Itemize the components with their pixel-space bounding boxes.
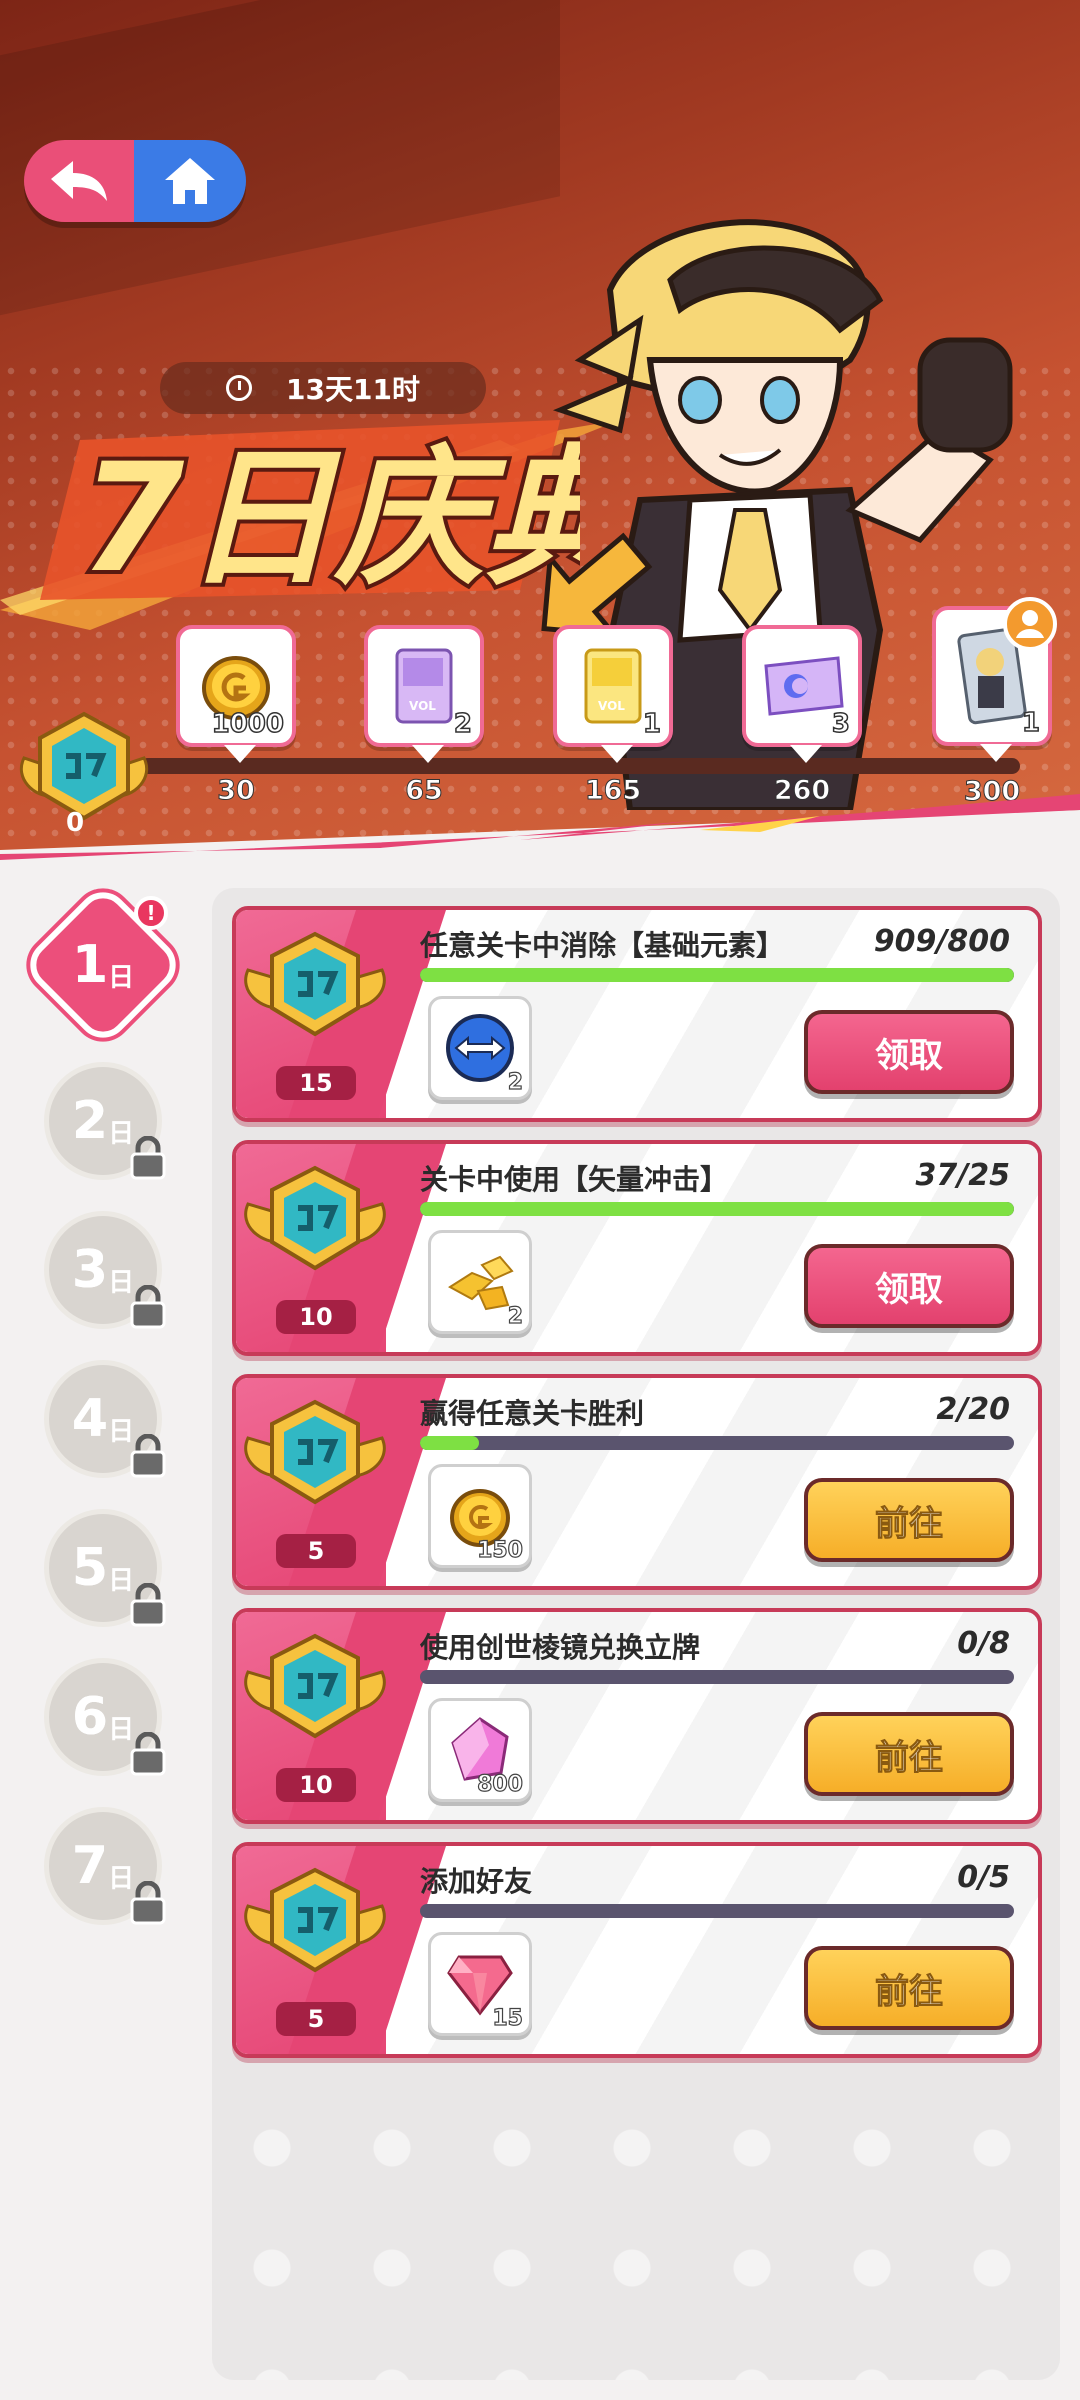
task-points: 10 (276, 1300, 356, 1334)
day-number: 3 (71, 1240, 109, 1300)
day-number: 7 (71, 1836, 109, 1896)
task-title: 关卡中使用【矢量冲击】 (420, 1163, 729, 1196)
yellow-card-pack-icon: VOL (584, 648, 642, 724)
claim-button[interactable]: 领取 (804, 1010, 1014, 1094)
task-reward-item[interactable]: 2 (428, 1230, 532, 1334)
day-tab-2[interactable]: 2日 (38, 1056, 168, 1186)
task-card: 5 添加好友 0/5 15 前往 (232, 1842, 1042, 2058)
swap-arrows-icon (446, 1014, 514, 1082)
reward-quantity: 800 (476, 1771, 523, 1797)
points-badge-icon (244, 931, 386, 1037)
reward-quantity: 15 (492, 2005, 524, 2031)
day-number: 2 (71, 1091, 109, 1151)
task-points: 5 (276, 1534, 356, 1568)
task-progress-text: 37/25 (915, 1158, 1010, 1193)
reward-quantity: 2 (453, 708, 473, 740)
milestone-reward[interactable]: 1 300 (932, 597, 1057, 808)
lock-icon (130, 1881, 166, 1925)
home-button[interactable] (134, 140, 246, 222)
back-arrow-icon (51, 161, 107, 201)
task-points: 10 (276, 1768, 356, 1802)
claim-button[interactable]: 领取 (804, 1244, 1014, 1328)
task-progress-text: 0/8 (957, 1626, 1010, 1661)
reward-quantity: 2 (507, 1303, 524, 1329)
task-card: 15 任意关卡中消除【基础元素】 909/800 2 领取 (232, 906, 1042, 1122)
task-progress-text: 909/800 (873, 924, 1010, 959)
notification-dot: ! (134, 896, 168, 930)
task-progress-bar (420, 1436, 1014, 1450)
task-card: 5 赢得任意关卡胜利 2/20 150 前往 (232, 1374, 1042, 1590)
day-tab-3[interactable]: 3日 (38, 1205, 168, 1335)
lock-icon (130, 1434, 166, 1478)
ticket-icon (764, 656, 844, 716)
task-progress-bar (420, 1202, 1014, 1216)
points-badge-icon (244, 1165, 386, 1271)
task-card: 10 关卡中使用【矢量冲击】 37/25 2 领取 (232, 1140, 1042, 1356)
task-progress-text: 2/20 (936, 1392, 1010, 1427)
task-title: 任意关卡中消除【基础元素】 (420, 929, 785, 962)
character-badge-icon (1003, 597, 1057, 651)
day-number: 6 (71, 1687, 109, 1747)
lock-icon (130, 1285, 166, 1329)
lock-icon (130, 1136, 166, 1180)
task-progress-bar (420, 1904, 1014, 1918)
milestone-reward[interactable]: VOL 1 165 (553, 625, 673, 807)
day-number: 1 (71, 934, 109, 995)
reward-quantity: 1 (642, 708, 662, 740)
day-number: 4 (71, 1389, 109, 1449)
lock-icon (130, 1732, 166, 1776)
go-button[interactable]: 前往 (804, 1712, 1014, 1796)
task-reward-item[interactable]: 150 (428, 1464, 532, 1568)
task-points: 15 (276, 1066, 356, 1100)
milestone-reward[interactable]: VOL 2 65 (364, 625, 484, 807)
reward-quantity: 1000 (211, 708, 285, 740)
go-button[interactable]: 前往 (804, 1946, 1014, 2030)
task-reward-item[interactable]: 2 (428, 996, 532, 1100)
task-progress-text: 0/5 (957, 1860, 1010, 1895)
event-banner: 13天11时 7日庆典 1000 30 VOL 2 65 VOL 1 165 3… (0, 0, 1080, 870)
reward-quantity: 2 (507, 1069, 524, 1095)
task-points: 5 (276, 2002, 356, 2036)
day-number: 5 (71, 1538, 109, 1598)
points-badge-icon (244, 1867, 386, 1973)
go-button[interactable]: 前往 (804, 1478, 1014, 1562)
lock-icon (130, 1583, 166, 1627)
nav-pill (24, 140, 246, 222)
day-suffix: 日 (108, 962, 135, 993)
back-button[interactable] (24, 140, 134, 222)
task-reward-item[interactable]: 800 (428, 1698, 532, 1802)
reward-quantity: 3 (831, 708, 851, 740)
day-tab-4[interactable]: 4日 (38, 1354, 168, 1484)
event-title-text: 7日庆典 (80, 432, 580, 606)
day-tab-7[interactable]: 7日 (38, 1801, 168, 1931)
task-progress-bar (420, 968, 1014, 982)
points-badge-icon (244, 1633, 386, 1739)
day-tab-5[interactable]: 5日 (38, 1503, 168, 1633)
purple-card-pack-icon: VOL (395, 648, 453, 724)
reward-quantity: 150 (476, 1537, 523, 1563)
home-icon (165, 158, 215, 204)
task-reward-item[interactable]: 15 (428, 1932, 532, 2036)
svg-text:VOL: VOL (409, 699, 436, 713)
task-title: 使用创世棱镜兑换立牌 (420, 1631, 701, 1664)
banner-edge-decoration (0, 794, 1080, 870)
milestone-reward[interactable]: 3 260 (742, 625, 862, 807)
event-title: 7日庆典 (40, 400, 649, 610)
gold-shards-icon (448, 1255, 514, 1311)
task-title: 添加好友 (420, 1865, 533, 1898)
task-title: 赢得任意关卡胜利 (420, 1397, 645, 1430)
day-tab-1[interactable]: 1 日 ! (19, 881, 187, 1049)
svg-text:VOL: VOL (598, 699, 625, 713)
clock-icon (226, 375, 253, 401)
points-badge-icon (244, 1399, 386, 1505)
reward-quantity: 1 (1021, 707, 1041, 739)
milestone-reward[interactable]: 1000 30 (176, 625, 296, 807)
task-progress-bar (420, 1670, 1014, 1684)
task-card: 10 使用创世棱镜兑换立牌 0/8 800 前往 (232, 1608, 1042, 1824)
day-tab-6[interactable]: 6日 (38, 1652, 168, 1782)
